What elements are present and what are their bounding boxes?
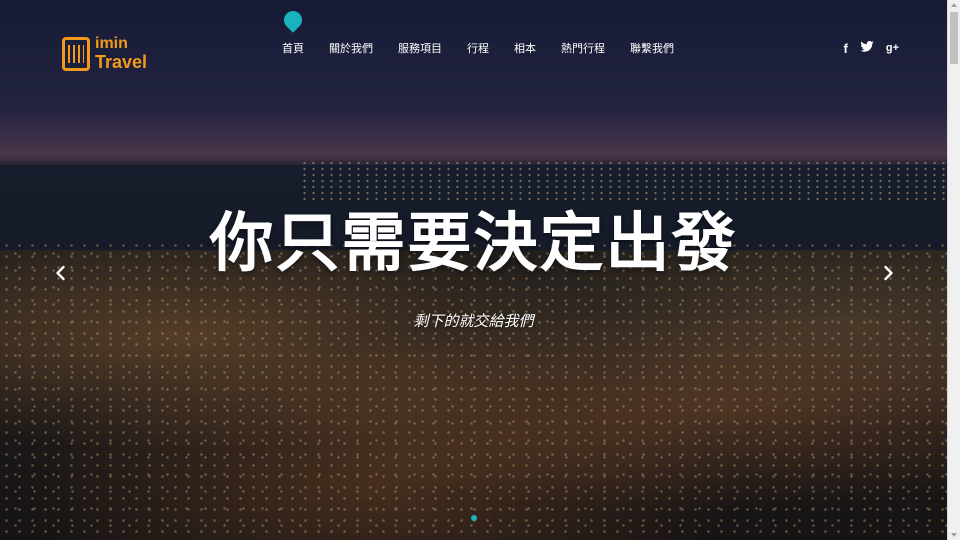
main-nav: 首頁 關於我們 服務項目 行程 相本 熱門行程 聯繫我們 [282, 40, 699, 56]
brand-logo[interactable]: imin Travel [62, 36, 147, 71]
slider-dot-active[interactable] [470, 515, 477, 521]
facebook-icon[interactable]: f [844, 42, 848, 55]
brand-line2: Travel [95, 52, 148, 72]
hero-subline: 剩下的就交給我們 [413, 312, 534, 330]
twitter-bird-shape [860, 41, 874, 52]
nav-item-about[interactable]: 關於我們 [329, 40, 373, 56]
nav-item-album[interactable]: 相本 [514, 40, 536, 56]
twitter-icon[interactable] [860, 40, 874, 56]
slider-indicators [0, 515, 947, 521]
social-links: f g+ [832, 40, 899, 56]
page: imin Travel 首頁 關於我們 服務項目 行程 相本 熱門行程 聯繫我們… [0, 0, 947, 540]
scroll-down-arrow-icon[interactable] [951, 533, 957, 537]
luggage-icon [62, 36, 90, 71]
chevron-left-icon [56, 265, 65, 281]
nav-item-itinerary[interactable]: 行程 [467, 40, 489, 56]
nav-item-contact[interactable]: 聯繫我們 [630, 40, 674, 56]
brand-text: imin Travel [95, 35, 148, 72]
slider-next-button[interactable] [879, 264, 897, 282]
slider-prev-button[interactable] [52, 264, 70, 282]
nav-item-home[interactable]: 首頁 [282, 40, 304, 56]
scroll-thumb[interactable] [950, 12, 958, 64]
google-plus-icon[interactable]: g+ [886, 42, 899, 54]
scroll-up-arrow-icon[interactable] [951, 3, 957, 7]
hero-headline: 你只需要決定出發 [209, 207, 738, 281]
nav-item-services[interactable]: 服務項目 [398, 40, 442, 56]
brand-line1: imin [95, 35, 128, 52]
vertical-scrollbar[interactable] [947, 0, 960, 540]
chevron-right-icon [884, 265, 893, 281]
nav-item-popular-tours[interactable]: 熱門行程 [561, 40, 605, 56]
